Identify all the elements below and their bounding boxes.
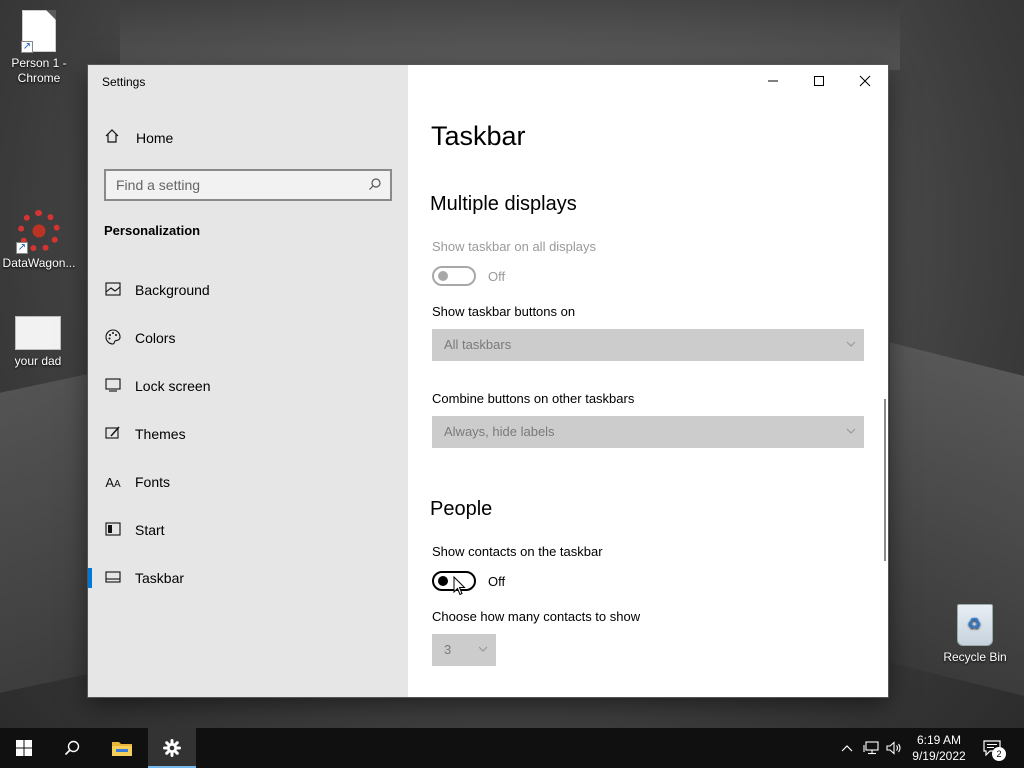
- desktop-icon-person-chrome[interactable]: ↗ Person 1 - Chrome: [0, 10, 79, 86]
- combine-buttons-label: Combine buttons on other taskbars: [432, 391, 635, 406]
- dropdown-value: 3: [444, 642, 452, 657]
- search-icon: [64, 740, 80, 756]
- settings-sidebar: Settings Home Find a setting Personaliza…: [88, 65, 408, 697]
- file-explorer-button[interactable]: [98, 728, 146, 768]
- gear-icon: [163, 739, 181, 757]
- sidebar-item-fonts[interactable]: AA Fonts: [88, 464, 408, 500]
- wallpaper-shape: [120, 0, 900, 70]
- sidebar-item-label: Lock screen: [135, 378, 211, 394]
- taskbar-buttons-on-label: Show taskbar buttons on: [432, 304, 576, 319]
- fonts-icon: AA: [105, 474, 121, 490]
- minimize-icon: [768, 80, 778, 82]
- sidebar-item-label: Taskbar: [135, 570, 185, 586]
- content-scrollbar[interactable]: [884, 399, 886, 561]
- notification-count-badge: 2: [992, 747, 1006, 761]
- toggle-state-text: Off: [488, 269, 506, 284]
- contacts-count-label: Choose how many contacts to show: [432, 609, 641, 624]
- window-title: Settings: [102, 75, 146, 89]
- palette-icon: [104, 328, 122, 348]
- background-icon: [104, 281, 122, 299]
- section-heading-people: People: [430, 498, 493, 520]
- section-heading: Personalization: [104, 223, 201, 238]
- image-icon: [15, 316, 61, 350]
- start-icon: [104, 521, 122, 539]
- sidebar-item-colors[interactable]: Colors: [88, 320, 408, 356]
- sidebar-item-start[interactable]: Start: [88, 512, 408, 548]
- sidebar-item-taskbar[interactable]: Taskbar: [88, 560, 408, 596]
- search-placeholder: Find a setting: [116, 177, 201, 193]
- chevron-down-icon: [846, 337, 856, 347]
- close-button[interactable]: [842, 65, 888, 97]
- toggle-knob: [438, 576, 448, 586]
- desktop-icon-label: your dad: [14, 354, 62, 368]
- desktop-icon-your-dad[interactable]: your dad: [0, 316, 78, 369]
- search-icon: [368, 177, 382, 191]
- page-title: Taskbar: [431, 121, 526, 151]
- lock-screen-icon: [104, 377, 122, 395]
- contacts-count-dropdown[interactable]: 3: [432, 634, 496, 666]
- themes-icon: [104, 425, 122, 444]
- sidebar-item-label: Fonts: [135, 474, 171, 490]
- nav-home[interactable]: Home: [104, 127, 173, 149]
- taskbar-icon: [104, 570, 122, 586]
- maximize-icon: [814, 76, 824, 86]
- chevron-down-icon: [846, 424, 856, 434]
- windows-logo-icon: [16, 740, 32, 756]
- taskbar-clock[interactable]: 6:19 AM 9/19/2022: [906, 732, 972, 764]
- active-indicator: [88, 568, 92, 588]
- desktop-icon-label: Recycle Bin: [943, 650, 1007, 664]
- gear-shortcut-icon: ↗: [16, 210, 60, 254]
- desktop-icon-datawagon[interactable]: ↗ DataWagon...: [0, 210, 79, 271]
- clock-date: 9/19/2022: [912, 749, 966, 763]
- dropdown-value: All taskbars: [444, 337, 512, 352]
- sidebar-item-label: Start: [135, 522, 165, 538]
- minimize-button[interactable]: [750, 65, 796, 97]
- close-icon: [859, 75, 871, 87]
- sidebar-item-label: Themes: [135, 426, 186, 442]
- show-contacts-label: Show contacts on the taskbar: [432, 544, 603, 559]
- network-icon: [863, 741, 879, 755]
- show-hidden-icons-button[interactable]: [838, 728, 856, 768]
- taskbar: 6:19 AM 9/19/2022 2: [0, 728, 1024, 768]
- desktop-icon-label: Person 1 - Chrome: [11, 56, 67, 85]
- show-all-displays-label: Show taskbar on all displays: [432, 239, 597, 254]
- sidebar-item-lock-screen[interactable]: Lock screen: [88, 368, 408, 404]
- section-heading-multiple-displays: Multiple displays: [430, 193, 577, 215]
- taskbar-buttons-on-dropdown[interactable]: All taskbars: [432, 329, 864, 361]
- maximize-button[interactable]: [796, 65, 842, 97]
- clock-time: 6:19 AM: [916, 733, 962, 747]
- folder-icon: [112, 742, 132, 756]
- settings-window: Settings Home Find a setting Personaliza…: [88, 65, 888, 697]
- document-shortcut-icon: ↗: [21, 10, 56, 53]
- desktop-icon-recycle-bin[interactable]: ♻ Recycle Bin: [935, 604, 1015, 665]
- toggle-knob: [438, 271, 448, 281]
- desktop-icon-label: DataWagon...: [2, 256, 76, 270]
- combine-buttons-dropdown[interactable]: Always, hide labels: [432, 416, 864, 448]
- sidebar-item-background[interactable]: Background: [88, 272, 408, 308]
- chevron-up-icon: [841, 745, 853, 752]
- show-all-displays-toggle[interactable]: [432, 266, 476, 286]
- recycle-bin-icon: ♻: [957, 604, 993, 646]
- speaker-icon: [886, 741, 901, 755]
- nav-home-label: Home: [136, 130, 174, 146]
- volume-button[interactable]: [884, 728, 904, 768]
- sidebar-item-label: Background: [135, 282, 210, 298]
- mouse-cursor-icon: [453, 576, 466, 596]
- settings-taskbar-button[interactable]: [148, 728, 196, 768]
- settings-content: Taskbar Multiple displays Show taskbar o…: [408, 65, 888, 697]
- start-button[interactable]: [0, 728, 48, 768]
- chevron-down-icon: [478, 642, 488, 652]
- home-icon: [104, 128, 122, 148]
- toggle-state-text: Off: [488, 574, 506, 589]
- sidebar-item-label: Colors: [135, 330, 176, 346]
- network-button[interactable]: [860, 728, 882, 768]
- sidebar-item-themes[interactable]: Themes: [88, 416, 408, 452]
- search-input[interactable]: Find a setting: [104, 169, 392, 201]
- dropdown-value: Always, hide labels: [444, 424, 555, 439]
- search-button[interactable]: [48, 728, 96, 768]
